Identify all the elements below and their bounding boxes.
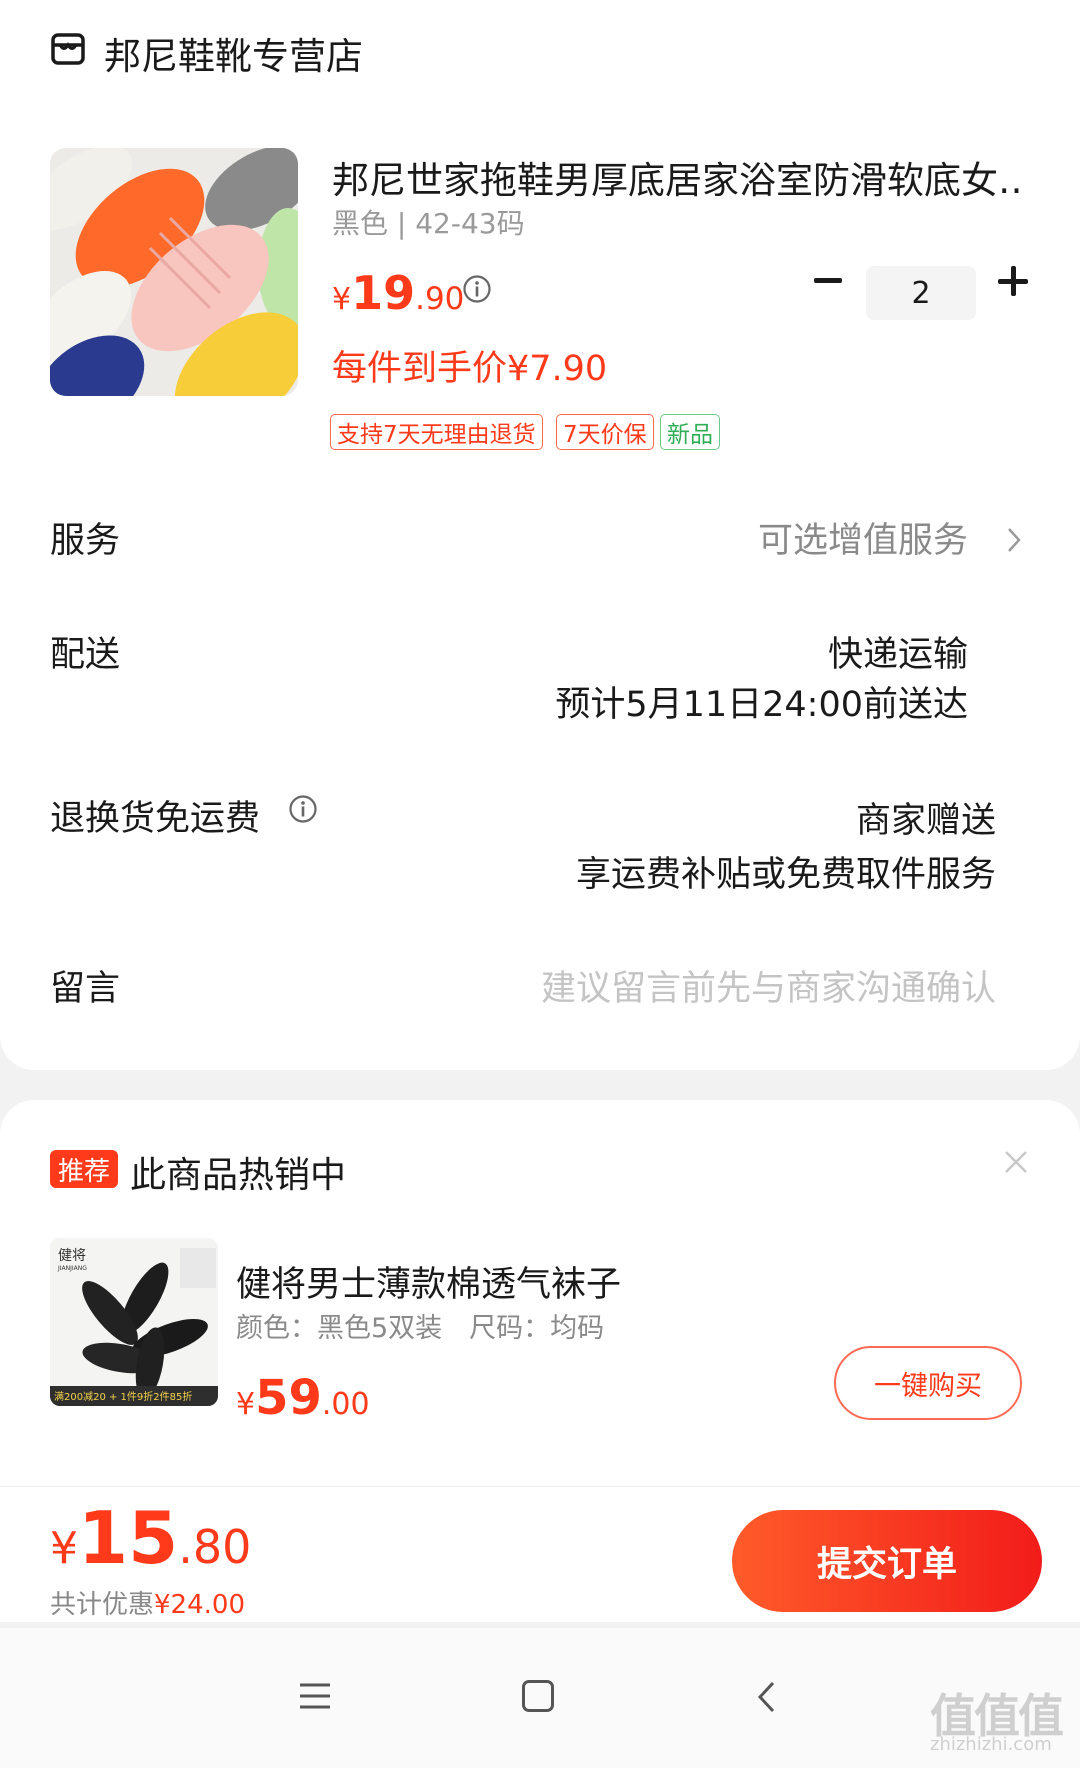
product-thumbnail[interactable] (50, 148, 298, 396)
total-saving: 共计优惠¥24.00 (50, 1584, 245, 1621)
close-icon[interactable] (1000, 1146, 1032, 1178)
shop-name[interactable]: 邦尼鞋靴专营店 (104, 26, 363, 80)
tag-new: 新品 (660, 414, 720, 450)
menu-icon[interactable] (298, 1682, 332, 1710)
service-label: 服务 (50, 521, 121, 561)
product-price: ¥19.90 (332, 266, 464, 320)
watermark-url: zhizhizhi.com (930, 1734, 1052, 1755)
price-decimal: .90 (415, 281, 465, 317)
price-symbol: ¥ (332, 282, 352, 317)
delivery-eta: 预计5月11日24:00前送达 (555, 685, 968, 725)
rec-price-decimal: .00 (321, 1387, 370, 1422)
thumb-promo: 满200减20 + 1件9折2件85折 (54, 1390, 192, 1403)
saving-value: ¥24.00 (154, 1590, 245, 1620)
thumb-brand: 健将 (58, 1248, 86, 1264)
recommend-item-price: ¥59.00 (236, 1370, 370, 1426)
quantity-increase-button[interactable] (998, 266, 1028, 296)
return-info-icon[interactable] (288, 794, 318, 824)
saving-label: 共计优惠 (50, 1590, 155, 1620)
submit-order-button[interactable]: 提交订单 (732, 1510, 1042, 1612)
total-price: ¥15.80 (50, 1496, 251, 1580)
quick-buy-button[interactable]: 一键购买 (834, 1346, 1022, 1420)
recommend-title: 此商品热销中 (130, 1155, 347, 1196)
note-input[interactable]: 建议留言前先与商家沟通确认 (541, 960, 996, 1011)
quantity-decrease-button[interactable] (814, 278, 842, 283)
product-title[interactable]: 邦尼世家拖鞋男厚底居家浴室防滑软底女… (332, 150, 1022, 204)
price-info-icon[interactable] (462, 274, 492, 304)
rec-price-integer: 59 (255, 1370, 322, 1426)
total-symbol: ¥ (50, 1523, 78, 1574)
tag-return-7days: 支持7天无理由退货 (330, 414, 543, 450)
price-integer: 19 (351, 266, 416, 320)
home-icon[interactable] (522, 1680, 554, 1712)
total-decimal: .80 (178, 1520, 252, 1574)
delivery-label: 配送 (50, 635, 121, 675)
recommend-thumbnail[interactable]: 健将 JIANJIANG 满200减20 + 1件9折2件85折 (50, 1238, 218, 1406)
deal-price: 每件到手价¥7.90 (332, 349, 608, 389)
service-value[interactable]: 可选增值服务 (758, 512, 968, 563)
recommend-item-title[interactable]: 健将男士薄款棉透气袜子 (236, 1256, 621, 1307)
note-label: 留言 (50, 969, 121, 1009)
rec-price-symbol: ¥ (236, 1387, 256, 1422)
delivery-method[interactable]: 快递运输 (828, 626, 968, 677)
total-integer: 15 (78, 1496, 179, 1580)
product-spec[interactable]: 黑色 | 42-43码 (332, 202, 525, 242)
return-label: 退换货免运费 (50, 799, 261, 839)
back-icon[interactable] (756, 1680, 776, 1714)
quantity-input[interactable]: 2 (866, 266, 976, 320)
recommend-badge: 推荐 (50, 1150, 119, 1188)
return-value: 商家赠送 (855, 801, 996, 841)
tag-price-protect: 7天价保 (556, 414, 654, 450)
chevron-right-icon[interactable] (1006, 526, 1022, 554)
return-subsidy: 享运费补贴或免费取件服务 (575, 855, 996, 895)
thumb-brand-en: JIANJIANG (57, 1265, 87, 1272)
shop-icon (51, 33, 85, 65)
recommend-item-spec: 颜色：黑色5双装 尺码：均码 (236, 1313, 605, 1344)
